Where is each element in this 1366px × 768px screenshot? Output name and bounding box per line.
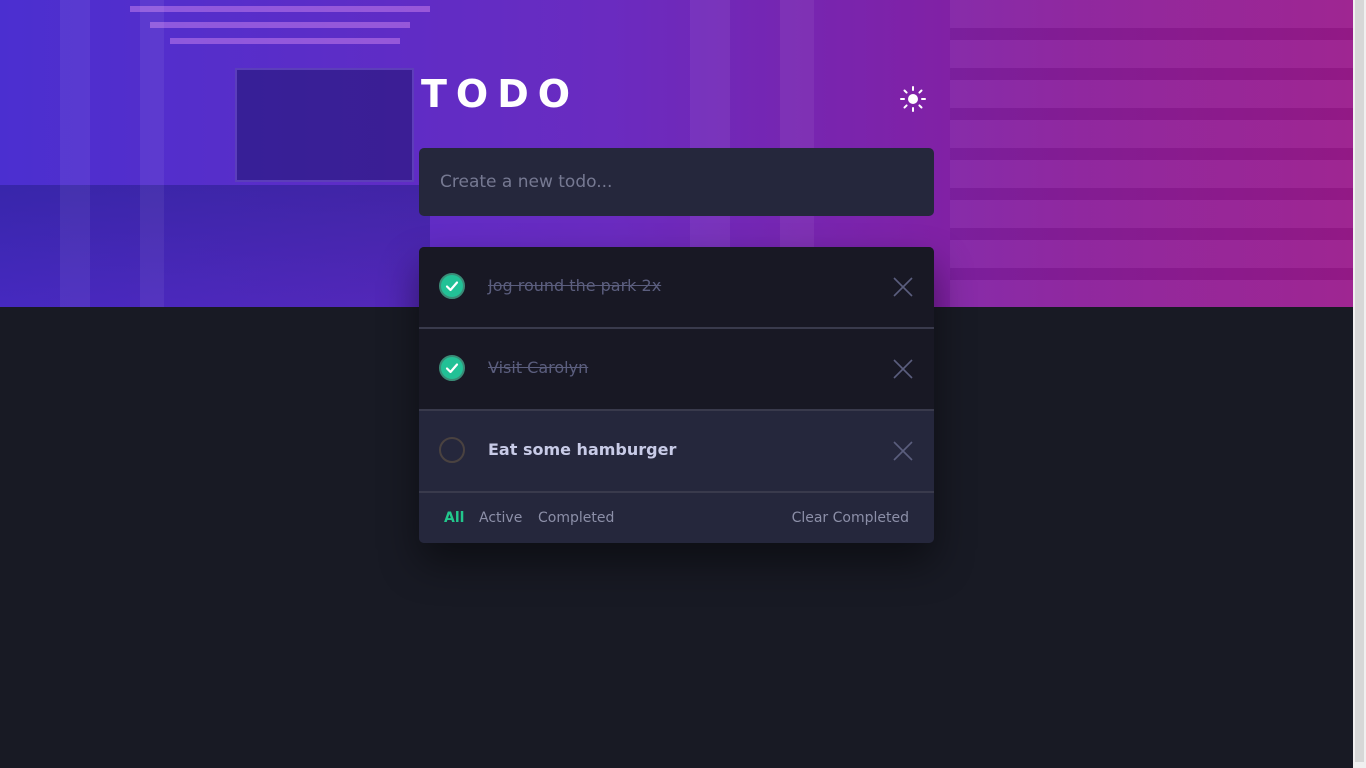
hero-wall-decoration xyxy=(950,0,1353,307)
todo-checkbox[interactable] xyxy=(439,273,465,299)
delete-todo-button[interactable] xyxy=(892,358,914,380)
todo-text[interactable]: Jog round the park 2x xyxy=(488,276,661,296)
hero-pillar-decoration xyxy=(60,0,90,307)
app-title: TODO xyxy=(421,72,580,116)
close-icon xyxy=(893,441,913,461)
todo-text[interactable]: Eat some hamburger xyxy=(488,440,676,460)
hero-beam-decoration xyxy=(170,38,400,44)
todo-list: Jog round the park 2x Visit Carolyn Eat … xyxy=(419,247,934,543)
todo-checkbox[interactable] xyxy=(439,355,465,381)
delete-todo-button[interactable] xyxy=(892,440,914,462)
hero-beam-decoration xyxy=(130,6,430,12)
new-todo-input[interactable] xyxy=(419,148,934,216)
todo-text[interactable]: Visit Carolyn xyxy=(488,358,588,378)
todo-checkbox[interactable] xyxy=(439,437,465,463)
todo-item: Jog round the park 2x xyxy=(419,247,934,329)
close-icon xyxy=(893,359,913,379)
hero-door-decoration xyxy=(235,68,414,182)
new-todo-box xyxy=(419,148,934,216)
close-icon xyxy=(893,277,913,297)
filter-completed[interactable]: Completed xyxy=(538,510,614,526)
sun-icon xyxy=(900,86,926,112)
scrollbar-thumb[interactable] xyxy=(1355,0,1364,762)
app-header: TODO xyxy=(419,72,934,120)
clear-completed-button[interactable]: Clear Completed xyxy=(792,510,909,526)
delete-todo-button[interactable] xyxy=(892,276,914,298)
check-icon xyxy=(445,281,459,292)
filter-all[interactable]: All xyxy=(444,510,464,526)
theme-toggle-button[interactable] xyxy=(898,84,928,114)
todo-item: Visit Carolyn xyxy=(419,329,934,411)
filter-active[interactable]: Active xyxy=(479,510,522,526)
hero-pillar-decoration xyxy=(140,0,164,307)
check-icon xyxy=(445,363,459,374)
todo-item: Eat some hamburger xyxy=(419,411,934,493)
hero-beam-decoration xyxy=(150,22,410,28)
todo-footer: All Active Completed Clear Completed xyxy=(419,493,934,543)
